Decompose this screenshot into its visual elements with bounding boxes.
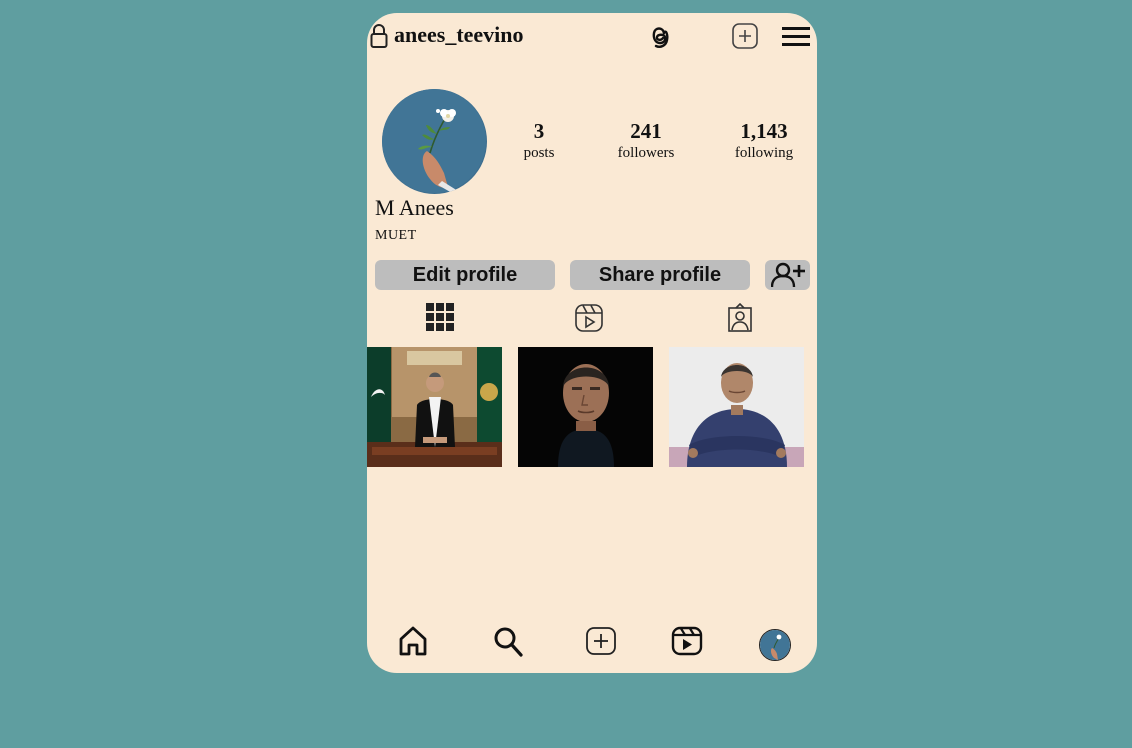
stat-label: followers [617,145,675,161]
post-thumbnail[interactable] [669,347,804,467]
add-user-icon [771,262,805,288]
add-user-button[interactable] [765,260,810,290]
top-bar: anees_teevino [367,13,817,59]
tab-tagged[interactable] [727,302,753,338]
create-icon [586,627,616,655]
post-thumbnail[interactable] [518,347,653,467]
stat-value: 241 [630,119,662,143]
display-name: M Anees [375,195,454,220]
tab-grid[interactable] [426,303,454,336]
stat-value: 3 [533,119,545,143]
nav-create[interactable] [585,626,617,661]
reels-icon [575,304,603,332]
tab-reels[interactable] [574,303,604,338]
stat-label: posts [523,145,555,161]
post-thumbnail[interactable] [367,347,502,467]
share-profile-button[interactable]: Share profile [570,260,750,290]
grid-icon [426,303,454,331]
menu-icon[interactable] [781,26,811,48]
lock-icon [370,24,388,48]
new-post-icon[interactable] [731,22,759,50]
stat-posts[interactable]: 3 posts [514,119,564,163]
home-icon [399,626,427,656]
nav-reels[interactable] [671,626,703,661]
search-icon [494,627,523,657]
stat-value: 1,143 [740,119,788,143]
profile-picture[interactable] [382,89,487,194]
stat-followers[interactable]: 241 followers [611,119,681,163]
nav-home[interactable] [398,625,428,662]
reels-icon [671,626,703,656]
threads-icon[interactable] [647,21,671,51]
nav-profile-avatar[interactable] [759,629,791,661]
nav-search[interactable] [493,625,523,662]
edit-profile-button[interactable]: Edit profile [375,260,555,290]
stat-following[interactable]: 1,143 following [728,119,800,163]
phone-frame: anees_teevino 3 posts 241 followers 1,14… [367,13,817,673]
username[interactable]: anees_teevino [394,22,524,48]
stat-label: following [734,145,794,161]
tagged-icon [728,302,752,332]
bio: MUET [375,228,417,243]
